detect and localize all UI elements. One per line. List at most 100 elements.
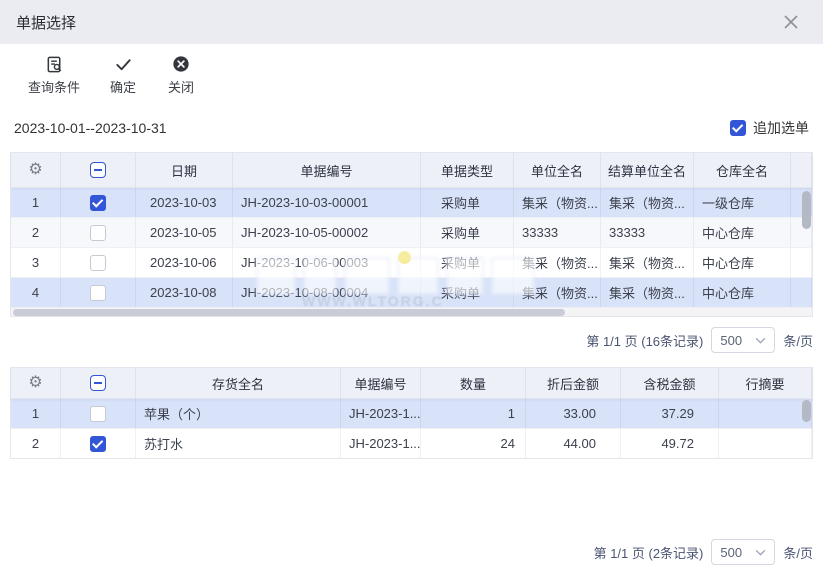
cell-doc-type: 采购单 [421, 218, 514, 247]
append-selection-toggle[interactable]: 追加选单 [730, 118, 809, 138]
row-checkbox-cell[interactable] [61, 278, 136, 307]
header-filler [791, 153, 812, 187]
confirm-label: 确定 [110, 80, 137, 95]
cell-doc-type: 采购单 [421, 278, 514, 307]
item-table-body: 1 苹果（个） JH-2023-1... 1 33.00 37.29 2 苏打水… [11, 398, 812, 458]
cell-qty: 1 [421, 399, 526, 428]
cell-doc-no: JH-2023-10-08-00004 [233, 278, 421, 307]
cell-date: 2023-10-08 [136, 278, 233, 307]
cell-doc-type: 采购单 [421, 248, 514, 277]
row-number: 3 [11, 248, 61, 277]
row-checkbox[interactable] [90, 435, 106, 452]
cell-doc-no: JH-2023-1... [341, 429, 421, 458]
cell-tax-amount: 49.72 [621, 429, 719, 458]
cell-date: 2023-10-05 [136, 218, 233, 247]
item-table-pagination: 第 1/1 页 (2条记录) 500 条/页 [594, 539, 813, 565]
cell-row-summary [719, 399, 812, 428]
header-doc-no: 单据编号 [341, 368, 421, 398]
append-selection-checkbox[interactable] [730, 120, 746, 136]
cell-unit: 33333 [514, 218, 601, 247]
header-doc-type: 单据类型 [421, 153, 514, 187]
close-label: 关闭 [168, 80, 195, 95]
cell-settle-unit: 33333 [601, 218, 694, 247]
row-checkbox-cell[interactable] [61, 218, 136, 247]
cell-warehouse: 中心仓库 [694, 278, 791, 307]
cell-settle-unit: 集采（物资... [601, 278, 694, 307]
cell-doc-type: 采购单 [421, 188, 514, 217]
row-checkbox-cell[interactable] [61, 188, 136, 217]
date-range-text[interactable]: 2023-10-01--2023-10-31 [14, 120, 167, 136]
checkmark-icon [113, 54, 133, 74]
cell-doc-no: JH-2023-10-05-00002 [233, 218, 421, 247]
table-row[interactable]: 2 苏打水 JH-2023-1... 24 44.00 49.72 [11, 428, 812, 458]
cell-unit: 集采（物资... [514, 278, 601, 307]
cell-item-name: 苏打水 [136, 429, 341, 458]
row-checkbox-cell[interactable] [61, 399, 136, 428]
document-table-header: ⚙ 日期 单据编号 单据类型 单位全名 结算单位全名 仓库全名 [11, 153, 812, 187]
query-conditions-button[interactable]: 查询条件 [28, 54, 80, 96]
table-row[interactable]: 3 2023-10-06 JH-2023-10-06-00003 采购单 集采（… [11, 247, 812, 277]
row-checkbox-cell[interactable] [61, 429, 136, 458]
page-size-value: 500 [720, 544, 743, 560]
table-row[interactable]: 1 苹果（个） JH-2023-1... 1 33.00 37.29 [11, 398, 812, 428]
header-tax-amount: 含税金额 [621, 368, 719, 398]
cell-doc-no: JH-2023-1... [341, 399, 421, 428]
row-checkbox[interactable] [90, 254, 106, 271]
cell-settle-unit: 集采（物资... [601, 248, 694, 277]
row-checkbox-cell[interactable] [61, 248, 136, 277]
dialog-close-icon[interactable] [781, 12, 801, 32]
horizontal-scrollbar[interactable] [11, 307, 812, 316]
select-all-checkbox[interactable] [90, 375, 106, 391]
header-unit: 单位全名 [514, 153, 601, 187]
select-all-checkbox[interactable] [90, 162, 106, 178]
circle-x-icon [171, 54, 191, 74]
page-info: 第 1/1 页 (2条记录) [593, 545, 704, 561]
page-size-value: 500 [720, 332, 743, 348]
column-settings-cell[interactable]: ⚙ [11, 368, 61, 398]
row-checkbox[interactable] [90, 224, 106, 241]
header-item-name: 存货全名 [136, 368, 341, 398]
header-row-summary: 行摘要 [719, 368, 812, 398]
page-unit-label: 条/页 [783, 333, 813, 349]
vertical-scrollbar-thumb[interactable] [802, 400, 811, 422]
header-settle-unit: 结算单位全名 [601, 153, 694, 187]
document-table-pagination: 第 1/1 页 (16条记录) 500 条/页 [586, 327, 813, 353]
cell-warehouse: 一级仓库 [694, 188, 791, 217]
cell-row-summary [719, 429, 812, 458]
document-selection-dialog: 单据选择 查询条件 确定 关闭 2023-10-01--2023-10-31 追… [0, 0, 823, 570]
dialog-titlebar: 单据选择 [0, 0, 823, 44]
document-table-body: 1 2023-10-03 JH-2023-10-03-00001 采购单 集采（… [11, 187, 812, 307]
column-settings-cell[interactable]: ⚙ [11, 153, 61, 187]
page-size-select[interactable]: 500 [711, 327, 776, 353]
header-qty: 数量 [421, 368, 526, 398]
query-conditions-label: 查询条件 [28, 80, 81, 95]
row-checkbox[interactable] [90, 405, 106, 422]
close-button[interactable]: 关闭 [166, 54, 196, 96]
table-row[interactable]: 4 2023-10-08 JH-2023-10-08-00004 采购单 集采（… [11, 277, 812, 307]
cell-settle-unit: 集采（物资... [601, 188, 694, 217]
cell-filler [791, 248, 812, 277]
page-unit-label: 条/页 [783, 545, 813, 561]
select-all-cell[interactable] [61, 368, 136, 398]
page-info: 第 1/1 页 (16条记录) [586, 333, 704, 349]
page-size-select[interactable]: 500 [711, 539, 776, 565]
row-checkbox[interactable] [90, 284, 106, 301]
item-table: ⚙ 存货全名 单据编号 数量 折后金额 含税金额 行摘要 1 苹果（个） JH-… [10, 367, 813, 459]
chevron-down-icon [756, 549, 766, 556]
cell-date: 2023-10-03 [136, 188, 233, 217]
horizontal-scrollbar-thumb[interactable] [13, 309, 565, 316]
header-date: 日期 [136, 153, 233, 187]
append-selection-label: 追加选单 [753, 120, 809, 136]
row-number: 2 [11, 429, 61, 458]
cell-qty: 24 [421, 429, 526, 458]
row-checkbox[interactable] [90, 194, 106, 211]
cell-doc-no: JH-2023-10-03-00001 [233, 188, 421, 217]
cell-unit: 集采（物资... [514, 248, 601, 277]
confirm-button[interactable]: 确定 [108, 54, 138, 96]
cell-filler [791, 278, 812, 307]
table-row[interactable]: 1 2023-10-03 JH-2023-10-03-00001 采购单 集采（… [11, 187, 812, 217]
select-all-cell[interactable] [61, 153, 136, 187]
vertical-scrollbar-thumb[interactable] [802, 191, 811, 229]
table-row[interactable]: 2 2023-10-05 JH-2023-10-05-00002 采购单 333… [11, 217, 812, 247]
row-number: 1 [11, 188, 61, 217]
